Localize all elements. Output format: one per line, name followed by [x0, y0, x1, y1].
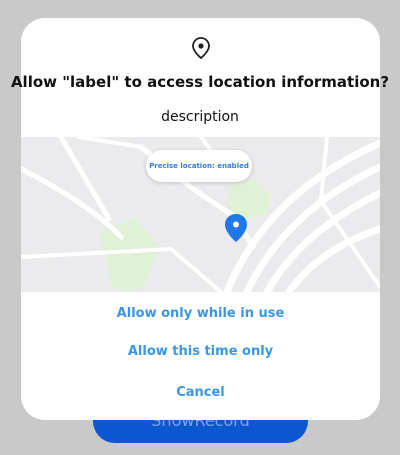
allow-this-time-button[interactable]: Allow this time only: [21, 344, 380, 359]
cancel-button[interactable]: Cancel: [21, 385, 380, 400]
allow-while-in-use-button[interactable]: Allow only while in use: [21, 306, 380, 321]
dialog-title: Allow "label" to access location informa…: [10, 73, 390, 91]
location-pin-icon: [192, 37, 210, 60]
precise-location-badge: Precise location: enabled: [146, 150, 252, 182]
dialog-description: description: [161, 109, 239, 125]
